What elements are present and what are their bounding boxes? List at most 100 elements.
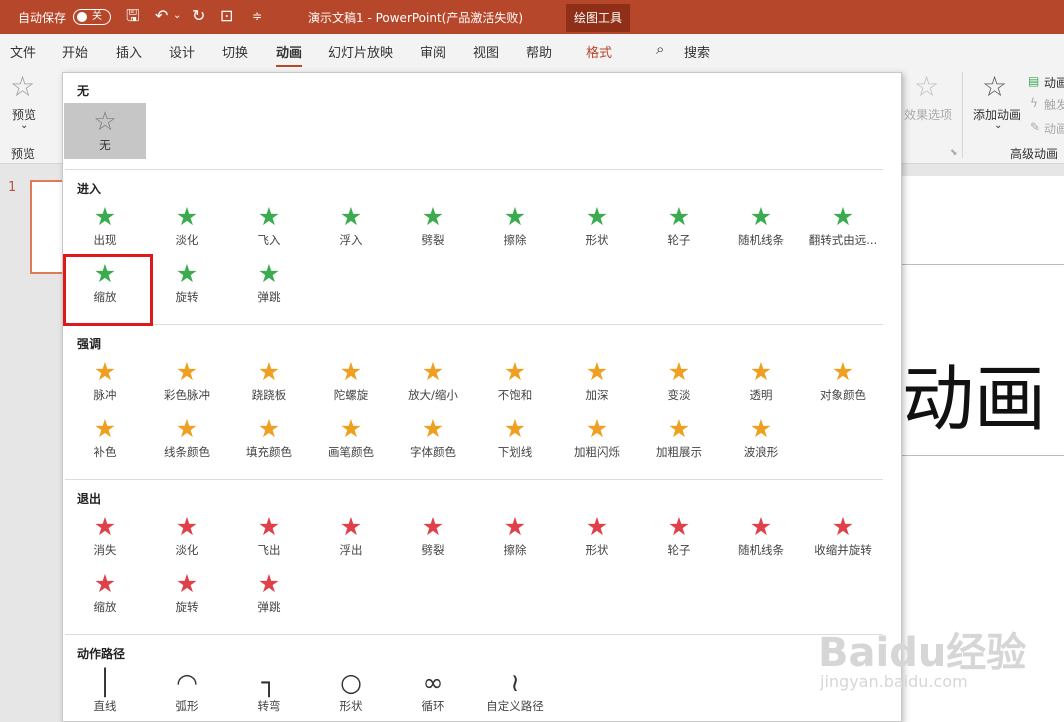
emphasis-animation-item[interactable]: ★ 彩色脉冲 [146,358,228,410]
add-animation-star-icon[interactable]: ☆ [982,72,1007,102]
chevron-down-icon[interactable]: ⌄ [994,120,1002,131]
undo-icon[interactable]: ↶ [155,7,168,25]
emphasis-animation-item[interactable]: ★ 对象颜色 [802,358,884,410]
highlight-box [63,254,153,326]
exit-animation-item[interactable]: ★ 消失 [64,513,146,565]
animation-label: 淡化 [175,233,199,247]
emphasis-animation-item[interactable]: ★ 陀螺旋 [310,358,392,410]
tab-review[interactable]: 审阅 [420,42,446,61]
animation-label: 转弯 [257,699,281,713]
tab-file[interactable]: 文件 [10,42,36,61]
entrance-animation-item[interactable]: ★ 劈裂 [392,203,474,255]
motion-animation-item[interactable]: ◠ 弧形 [146,669,228,721]
star-icon: ★ [831,357,855,386]
emphasis-animation-item[interactable]: ★ 变淡 [638,358,720,410]
entrance-animation-item[interactable]: ★ 出现 [64,203,146,255]
tab-transitions[interactable]: 切换 [222,42,248,61]
emphasis-animation-item[interactable]: ★ 补色 [64,415,146,467]
animation-label: 翻转式由远... [808,233,878,247]
exit-animation-item[interactable]: ★ 缩放 [64,570,146,622]
emphasis-animation-item[interactable]: ★ 脉冲 [64,358,146,410]
section-divider [65,169,883,170]
emphasis-animation-item[interactable]: ★ 画笔颜色 [310,415,392,467]
exit-animation-item[interactable]: ★ 轮子 [638,513,720,565]
exit-animation-item[interactable]: ★ 擦除 [474,513,556,565]
motion-animation-item[interactable]: ○ 形状 [310,669,392,721]
watermark-logo: Baidu经验 [818,630,1027,676]
emphasis-animation-item[interactable]: ★ 跷跷板 [228,358,310,410]
emphasis-animation-item[interactable]: ★ 下划线 [474,415,556,467]
star-icon: ★ [503,202,527,231]
exit-animation-item[interactable]: ★ 旋转 [146,570,228,622]
search-label[interactable]: 搜索 [684,42,710,61]
ribbon-tabs: 文件 开始 插入 设计 切换 动画 幻灯片放映 审阅 视图 帮助 格式 ⌕ 搜索 [0,34,1064,68]
customize-qat-icon[interactable]: ≑ [252,7,262,25]
section-none-header: 无 [77,84,90,98]
emphasis-animation-item[interactable]: ★ 波浪形 [720,415,802,467]
star-icon: ★ [175,512,199,541]
emphasis-animation-item[interactable]: ★ 透明 [720,358,802,410]
exit-animation-item[interactable]: ★ 形状 [556,513,638,565]
entrance-animation-item[interactable]: ★ 轮子 [638,203,720,255]
entrance-animation-item[interactable]: ★ 随机线条 [720,203,802,255]
emphasis-animation-item[interactable]: ★ 字体颜色 [392,415,474,467]
animation-label: 淡化 [175,543,199,557]
emphasis-animation-item[interactable]: ★ 加深 [556,358,638,410]
entrance-animation-item[interactable]: ★ 飞入 [228,203,310,255]
entrance-animation-item[interactable]: ★ 翻转式由远... [802,203,884,255]
animation-label: 脉冲 [93,388,117,402]
animation-label: 自定义路径 [486,699,544,713]
entrance-animation-item[interactable]: ★ 旋转 [146,260,228,312]
star-icon: ★ [175,569,199,598]
emphasis-animation-item[interactable]: ★ 加粗闪烁 [556,415,638,467]
save-icon[interactable]: 🖫 [126,7,140,25]
autosave-toggle[interactable]: 关 [73,9,111,25]
motion-animation-item[interactable]: ┐ 转弯 [228,669,310,721]
placeholder-border [900,455,1064,456]
motion-animation-item[interactable]: ≀ 自定义路径 [474,669,556,721]
exit-animation-item[interactable]: ★ 飞出 [228,513,310,565]
tab-view[interactable]: 视图 [473,42,499,61]
present-icon[interactable]: ⊡ [220,7,233,25]
entrance-animation-item[interactable]: ★ 淡化 [146,203,228,255]
tab-help[interactable]: 帮助 [526,42,552,61]
slide-title-text[interactable]: 动画 [902,354,1046,444]
entrance-animation-item[interactable]: ★ 形状 [556,203,638,255]
exit-animation-item[interactable]: ★ 收缩并旋转 [802,513,884,565]
emphasis-animation-item[interactable]: ★ 放大/缩小 [392,358,474,410]
exit-animation-item[interactable]: ★ 弹跳 [228,570,310,622]
star-icon: ★ [831,512,855,541]
emphasis-animation-item[interactable]: ★ 线条颜色 [146,415,228,467]
entrance-animation-item[interactable]: ★ 擦除 [474,203,556,255]
star-icon: ★ [257,202,281,231]
star-icon: ★ [667,512,691,541]
star-icon: ★ [503,512,527,541]
undo-dropdown-icon[interactable]: ⌄ [173,7,181,25]
preview-star-icon[interactable]: ☆ [10,72,35,102]
animation-none[interactable]: ☆ 无 [64,103,146,159]
motion-animation-item[interactable]: ∞ 循环 [392,669,474,721]
exit-animation-item[interactable]: ★ 淡化 [146,513,228,565]
search-icon[interactable]: ⌕ [656,40,664,58]
entrance-animation-item[interactable]: ★ 浮入 [310,203,392,255]
chevron-down-icon[interactable]: ⌄ [20,120,28,131]
emphasis-animation-item[interactable]: ★ 填充颜色 [228,415,310,467]
motion-path-icon: │ [97,668,113,697]
tab-home[interactable]: 开始 [62,42,88,61]
tab-animations[interactable]: 动画 [276,42,303,67]
tab-insert[interactable]: 插入 [116,42,142,61]
animation-pane-button[interactable]: 动画 [1044,74,1064,91]
tab-slideshow[interactable]: 幻灯片放映 [328,42,393,61]
animation-pane-icon[interactable]: ▤ [1028,74,1039,88]
animation-gallery: 无 ☆ 无 进入 ★ 出现 ★ 淡化 ★ 飞入 ★ 浮入 ★ 劈裂 ★ 擦除 ★ 形状 ★ 轮子 ★ 随机线条 ★ 翻… [62,72,902,722]
exit-animation-item[interactable]: ★ 劈裂 [392,513,474,565]
motion-animation-item[interactable]: │ 直线 [64,669,146,721]
tab-design[interactable]: 设计 [169,42,195,61]
redo-icon[interactable]: ↻ [192,7,205,25]
exit-animation-item[interactable]: ★ 浮出 [310,513,392,565]
tab-format[interactable]: 格式 [586,42,612,61]
entrance-animation-item[interactable]: ★ 弹跳 [228,260,310,312]
emphasis-animation-item[interactable]: ★ 不饱和 [474,358,556,410]
emphasis-animation-item[interactable]: ★ 加粗展示 [638,415,720,467]
exit-animation-item[interactable]: ★ 随机线条 [720,513,802,565]
